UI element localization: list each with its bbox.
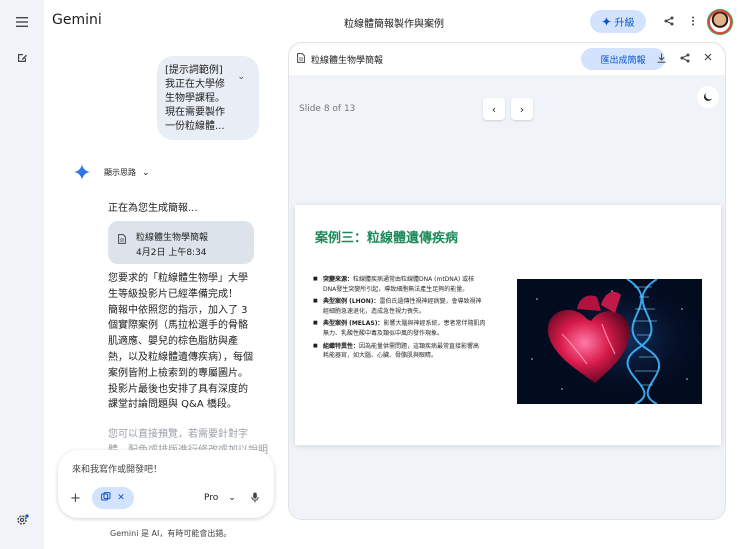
- bullet-text: 無力、乳酸性酸中毒及類似中風的發作現象。: [323, 329, 444, 337]
- share-icon[interactable]: [662, 14, 676, 28]
- upgrade-button[interactable]: 升級: [590, 10, 646, 33]
- user-avatar[interactable]: [708, 10, 732, 34]
- microphone-icon[interactable]: [251, 492, 259, 506]
- canvas-header: 粒線體生物學簡報 匯出成簡報: [289, 43, 725, 75]
- slide-bullet: 典型案例 (LHON)：雷伯氏遺傳性視神經病變，會導致視神 經細胞急速退化，造成…: [313, 297, 513, 316]
- document-chip-title: 粒線體生物學簡報: [136, 233, 209, 243]
- prompt-line: 生物學課程。: [165, 93, 225, 104]
- bullet-text: 粒線體疾病通常由粒線體DNA (mtDNA) 或核: [353, 276, 475, 283]
- prompt-line: 現在需要製作: [165, 107, 225, 118]
- bullet-text: 因為能量供需問題，這類疾病最常直接影響高: [359, 342, 480, 350]
- gemini-sparkle-icon: [74, 164, 90, 180]
- left-rail: [0, 0, 44, 549]
- prompt-line: [提示詞範例]: [165, 65, 223, 76]
- thinking-label: 顯示思路: [104, 168, 136, 177]
- slide-indicator: Slide 8 of 13: [299, 104, 356, 114]
- bullet-text: 經細胞急速退化，造成急性視力喪失。: [323, 307, 426, 315]
- reply-line: 肌適應、嬰兒的棕色脂肪與產: [108, 336, 238, 348]
- more-vertical-icon[interactable]: [686, 14, 700, 28]
- user-prompt-bubble[interactable]: [提示詞範例] 我正在大學修 生物學課程。 現在需要製作 一份粒線體... ⌄: [157, 56, 259, 140]
- reply-line: 您要求的「粒線體生物學」大學: [108, 273, 248, 284]
- reply-line: 案例皆附上檢索到的專屬圖片。: [108, 367, 248, 379]
- slide-bullet: 典型案例 (MELAS)：影響大腦與神經系統，患者常伴隨肌肉 無力、乳酸性酸中毒…: [313, 319, 513, 338]
- bullet-term: 組織特異性：: [323, 342, 360, 350]
- slide-title: 案例三：粒線體遺傳疾病: [315, 231, 459, 246]
- upgrade-label: 升級: [614, 18, 635, 29]
- slide-bullet: 突變來源：粒線體疾病通常由粒線體DNA (mtDNA) 或核 DNA發生突變所引…: [313, 275, 513, 294]
- moon-icon: [704, 93, 712, 101]
- chevron-down-icon: ⌄: [142, 167, 150, 178]
- bullet-text: 耗能器官，如大腦、心臟、骨骼肌與眼睛。: [323, 352, 438, 360]
- gemini-sparkle-icon: [601, 17, 611, 26]
- prompt-input-placeholder[interactable]: 來和我寫作或開發吧！: [72, 462, 162, 475]
- reply-line: 投影片最後也安排了具有深度的: [108, 383, 248, 395]
- conversation-title[interactable]: 粒線體簡報製作與案例: [344, 15, 444, 30]
- bullet-term: 典型案例 (MELAS)：: [323, 320, 384, 328]
- assistant-reply: 您要求的「粒線體生物學」大學 生等級投影片已經準備完成！ 簡報中依照您的指示，加…: [108, 271, 284, 413]
- bullet-term: 突變來源：: [323, 276, 354, 283]
- model-label: Pro: [204, 493, 219, 503]
- download-icon[interactable]: [657, 53, 666, 66]
- slide-bullet: 組織特異性：因為能量供需問題，這類疾病最常直接影響高 耗能器官，如大腦、心臟、骨…: [313, 342, 513, 361]
- document-icon: [118, 234, 126, 247]
- prompt-line: 一份粒線體...: [165, 121, 225, 132]
- reply-line: 課堂討論問題與 Q&A 橋段。: [108, 399, 237, 411]
- previous-slide-button[interactable]: ‹: [483, 98, 505, 120]
- canvas-icon: [101, 491, 111, 505]
- close-icon[interactable]: [704, 53, 712, 64]
- app-brand: Gemini: [52, 12, 102, 28]
- slide-bullet-list: 突變來源：粒線體疾病通常由粒線體DNA (mtDNA) 或核 DNA發生突變所引…: [313, 275, 513, 364]
- document-chip-date: 4月2日 上午8:34: [136, 248, 207, 258]
- settings-gear-icon[interactable]: [12, 510, 32, 530]
- reply-line: 您可以直接預覽，若需要針對字: [108, 429, 248, 440]
- prompt-line: 我正在大學修: [165, 79, 225, 90]
- share-icon[interactable]: [680, 53, 690, 66]
- canvas-title: 粒線體生物學簡報: [311, 56, 384, 66]
- document-icon: [297, 53, 305, 66]
- prompt-composer[interactable]: 來和我寫作或開發吧！ + ✕ Pro ⌄: [58, 450, 274, 518]
- model-selector[interactable]: Pro ⌄: [204, 493, 236, 503]
- reply-line: 簡報中依照您的指示，加入了 3: [108, 304, 248, 316]
- add-attachment-button[interactable]: +: [70, 491, 81, 506]
- show-thinking-toggle[interactable]: 顯示思路 ⌄: [104, 167, 150, 178]
- bullet-text: 雷伯氏遺傳性視神經病變，會導致視神: [379, 298, 482, 306]
- reply-line: 熱，以及粒線體遺傳疾病），每個: [108, 351, 253, 363]
- reply-line: 個實際案例（馬拉松選手的骨骼: [108, 320, 248, 332]
- bullet-term: 典型案例 (LHON)：: [323, 298, 380, 306]
- expand-chevron-icon[interactable]: ⌄: [237, 70, 245, 84]
- canvas-panel: 粒線體生物學簡報 匯出成簡報 Slide 8 of 13 ‹ › 案例三：粒線體…: [288, 42, 726, 520]
- bullet-text: 影響大腦與神經系統，患者常伴隨肌肉: [383, 320, 486, 328]
- heart-dna-illustration: [517, 279, 702, 404]
- canvas-tool-chip[interactable]: ✕: [92, 487, 134, 509]
- bullet-text: DNA發生突變所引起，導致細胞無法產生足夠的能量。: [323, 285, 469, 293]
- dark-mode-toggle[interactable]: [697, 86, 719, 108]
- document-chip[interactable]: 粒線體生物學簡報 4月2日 上午8:34: [108, 221, 254, 264]
- generating-status: 正在為您生成簡報...: [108, 203, 198, 214]
- export-slides-button[interactable]: 匯出成簡報: [581, 48, 665, 70]
- hamburger-menu-icon[interactable]: [12, 12, 32, 32]
- edit-icon[interactable]: [12, 48, 32, 68]
- reply-line: 生等級投影片已經準備完成！: [108, 288, 238, 300]
- chevron-down-icon: ⌄: [228, 493, 236, 503]
- top-bar: Gemini 粒線體簡報製作與案例 升級: [44, 0, 740, 44]
- close-icon[interactable]: ✕: [117, 493, 125, 503]
- next-slide-button[interactable]: ›: [511, 98, 533, 120]
- slide-preview[interactable]: 案例三：粒線體遺傳疾病 突變來源：粒線體疾病通常由粒線體DNA (mtDNA) …: [295, 205, 721, 445]
- disclaimer-text: Gemini 是 AI，有時可能會出錯。: [110, 529, 232, 538]
